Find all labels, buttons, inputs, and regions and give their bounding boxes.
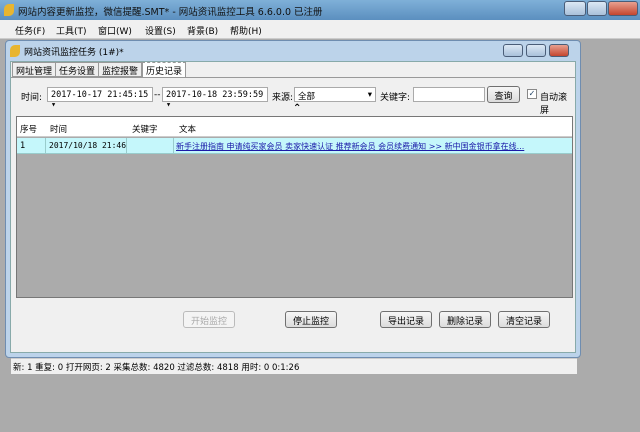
history-table: 序号 时间 关键字 文本 1 2017/10/18 21:46 新手注册指南 申… xyxy=(16,116,573,298)
source-label: 来源: xyxy=(272,93,294,103)
header-text[interactable]: 文本 xyxy=(179,123,196,135)
history-panel: 时间: 2017-10-17 21:45:15 ▾ -- 2017-10-18 … xyxy=(11,77,575,352)
autoscroll-label: 自动滚屏 xyxy=(540,93,568,116)
autoscroll-checkbox[interactable]: ✓ xyxy=(527,89,537,99)
table-row[interactable]: 1 2017/10/18 21:46 新手注册指南 申请纯买家会员 卖家快速认证… xyxy=(17,138,572,154)
tab-history[interactable]: 历史记录 xyxy=(142,62,187,78)
time-from-picker[interactable]: 2017-10-17 21:45:15 ▾ xyxy=(47,87,153,110)
source-select[interactable]: 全部 ▾ xyxy=(294,87,376,102)
collapse-caret-icon[interactable]: ⌃ xyxy=(293,103,301,114)
child-minimize-button[interactable] xyxy=(503,44,523,57)
source-value: 全部 xyxy=(298,92,316,102)
menu-bar: 任务(F) 工具(T) 窗口(W) 设置(S) 背景(B) 帮助(H) xyxy=(0,20,640,39)
header-time[interactable]: 时间 xyxy=(50,123,67,135)
time-separator: -- xyxy=(154,90,161,100)
start-monitor-button[interactable]: 开始监控 xyxy=(183,311,235,328)
child-maximize-button[interactable] xyxy=(526,44,546,57)
maximize-button[interactable] xyxy=(587,1,607,16)
menu-help[interactable]: 帮助(H) xyxy=(230,24,262,37)
keyword-input[interactable] xyxy=(413,87,485,102)
time-to-value: 2017-10-18 23:59:59 xyxy=(166,90,264,100)
time-from-value: 2017-10-17 21:45:15 xyxy=(51,90,149,100)
app-title-bar: 网站内容更新监控，微信提醒.SMT* - 网站资讯监控工具 6.6.0.0 已注… xyxy=(0,0,640,20)
table-header: 序号 时间 关键字 文本 xyxy=(17,117,572,137)
tab-task-settings[interactable]: 任务设置 xyxy=(55,62,100,77)
task-window: 网站资讯监控任务 (1#)* 网址管理 任务设置 监控报警 历史记录 时间: 2… xyxy=(5,40,581,374)
menu-settings[interactable]: 设置(S) xyxy=(145,24,176,37)
app-title: 网站内容更新监控，微信提醒.SMT* - 网站资讯监控工具 6.6.0.0 已注… xyxy=(18,7,323,18)
close-button[interactable] xyxy=(608,1,638,16)
row-time: 2017/10/18 21:46 xyxy=(49,141,127,150)
export-records-button[interactable]: 导出记录 xyxy=(380,311,432,328)
time-to-picker[interactable]: 2017-10-18 23:59:59 ▾ xyxy=(162,87,268,110)
chevron-down-icon: ▾ xyxy=(367,90,372,100)
child-close-button[interactable] xyxy=(549,44,569,57)
time-label: 时间: xyxy=(21,93,43,103)
query-button[interactable]: 查询 xyxy=(487,86,520,103)
status-bar: 新: 1 重复: 0 打开网页: 2 采集总数: 4820 过滤总数: 4818… xyxy=(11,358,577,374)
app-icon xyxy=(4,4,14,16)
stop-monitor-button[interactable]: 停止监控 xyxy=(285,311,337,328)
task-window-body: 网址管理 任务设置 监控报警 历史记录 时间: 2017-10-17 21:45… xyxy=(10,61,577,374)
keyword-label: 关键字: xyxy=(380,93,411,103)
row-no: 1 xyxy=(20,141,26,151)
menu-task[interactable]: 任务(F) xyxy=(15,24,45,37)
tab-url-management[interactable]: 网址管理 xyxy=(12,62,57,77)
menu-background[interactable]: 背景(B) xyxy=(187,24,218,37)
tab-monitor-alarm[interactable]: 监控报警 xyxy=(98,62,143,77)
task-icon xyxy=(10,45,20,57)
task-window-title: 网站资讯监控任务 (1#)* xyxy=(24,48,124,58)
menu-window[interactable]: 窗口(W) xyxy=(98,24,132,37)
header-no[interactable]: 序号 xyxy=(20,123,37,135)
minimize-button[interactable] xyxy=(564,1,586,16)
header-keyword[interactable]: 关键字 xyxy=(132,123,158,135)
clear-records-button[interactable]: 清空记录 xyxy=(498,311,550,328)
menu-tools[interactable]: 工具(T) xyxy=(56,24,87,37)
row-text-link[interactable]: 新手注册指南 申请纯买家会员 卖家快速认证 推荐新会员 会员续费通知 >> 新中… xyxy=(176,141,524,152)
delete-records-button[interactable]: 删除记录 xyxy=(439,311,491,328)
